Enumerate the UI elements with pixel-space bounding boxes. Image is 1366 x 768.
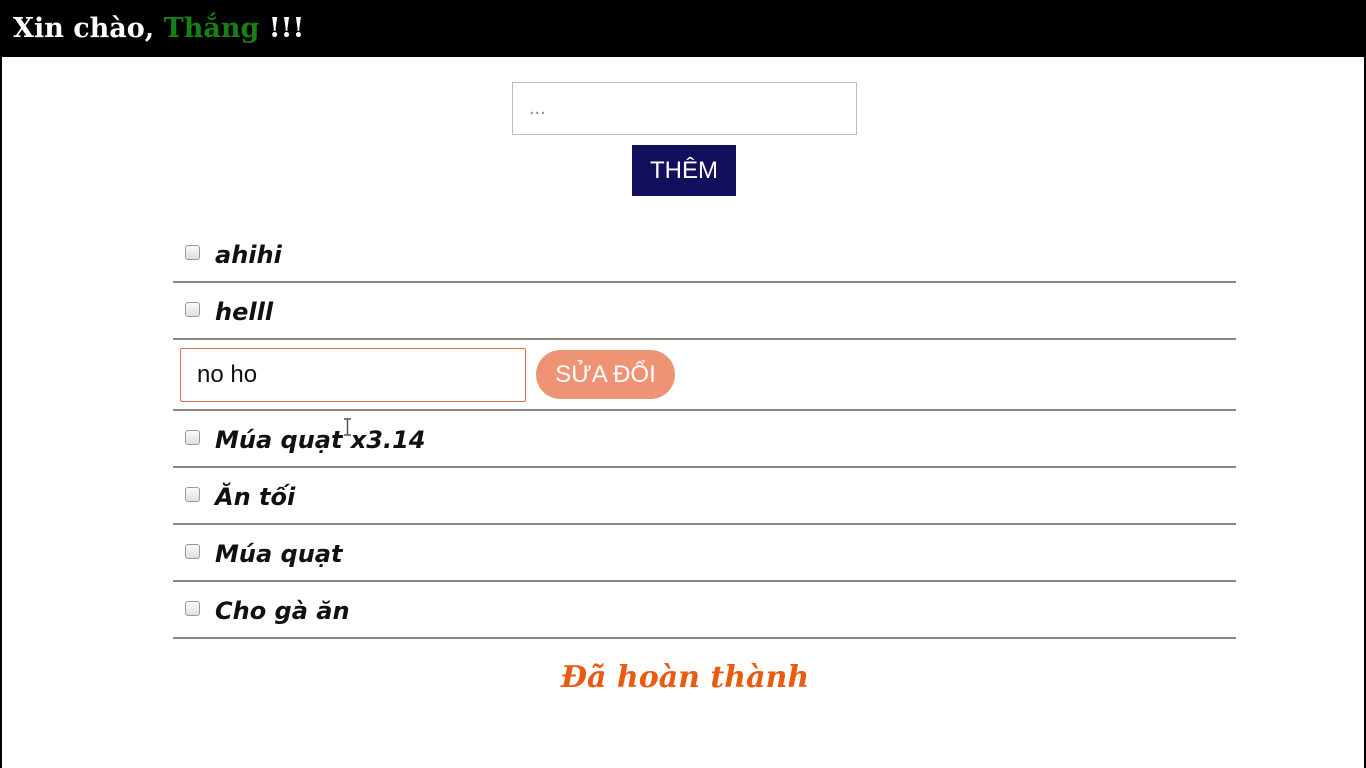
task-row: Cho gà ăn bbox=[173, 582, 1236, 639]
task-checkbox[interactable] bbox=[185, 601, 200, 616]
greeting-text: Xin chào, bbox=[13, 13, 164, 44]
task-checkbox[interactable] bbox=[185, 245, 200, 260]
username: Thắng bbox=[163, 13, 260, 44]
task-row: Ăn tối bbox=[173, 468, 1236, 525]
task-row: Múa quạt bbox=[173, 525, 1236, 582]
task-row: helll bbox=[173, 283, 1236, 340]
task-row: ahihi bbox=[173, 226, 1236, 283]
task-label: Cho gà ăn bbox=[215, 597, 350, 625]
task-label: helll bbox=[215, 298, 274, 326]
task-row-editing: SỬA ĐỔI bbox=[173, 340, 1236, 411]
task-label: Ăn tối bbox=[215, 483, 296, 511]
task-label: ahihi bbox=[215, 241, 282, 269]
header-bar: Xin chào, Thắng !!! bbox=[2, 0, 1366, 57]
save-edit-button[interactable]: SỬA ĐỔI bbox=[536, 350, 675, 399]
task-checkbox[interactable] bbox=[185, 430, 200, 445]
page: Xin chào, Thắng !!! THÊM ahihi helll SỬA… bbox=[0, 0, 1366, 768]
add-task-button[interactable]: THÊM bbox=[632, 145, 736, 196]
task-row: Múa quạt x3.14 bbox=[173, 411, 1236, 468]
task-checkbox[interactable] bbox=[185, 302, 200, 317]
task-checkbox[interactable] bbox=[185, 544, 200, 559]
greeting-suffix: !!! bbox=[259, 13, 305, 44]
task-label: Múa quạt x3.14 bbox=[215, 426, 426, 454]
task-label: Múa quạt bbox=[215, 540, 343, 568]
text-cursor-icon bbox=[344, 418, 351, 436]
edit-task-input[interactable] bbox=[180, 348, 526, 402]
task-checkbox[interactable] bbox=[185, 487, 200, 502]
task-list: ahihi helll SỬA ĐỔI Múa quạt x3.14 Ăn tố… bbox=[173, 226, 1236, 639]
completed-section-title: Đã hoàn thành bbox=[560, 660, 810, 695]
new-task-input[interactable] bbox=[512, 82, 857, 135]
